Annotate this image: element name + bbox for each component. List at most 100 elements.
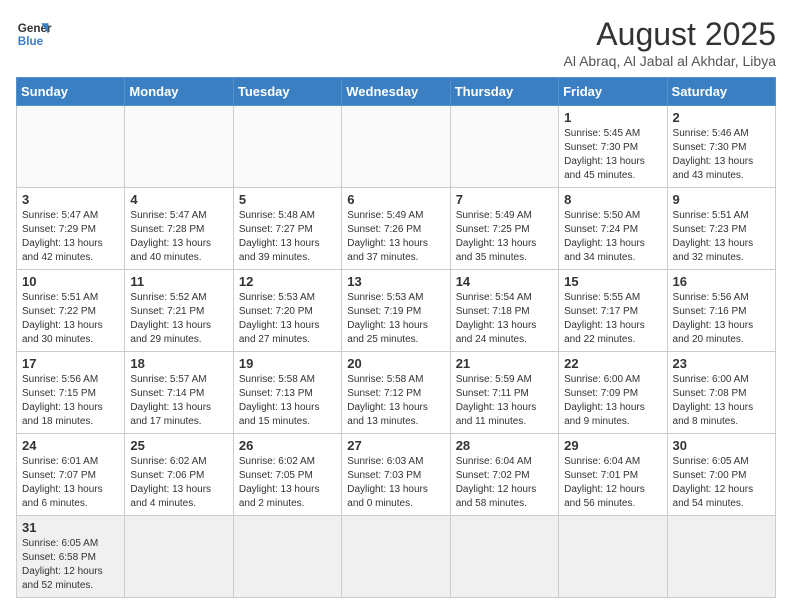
day-number: 31 — [22, 520, 119, 535]
calendar-cell: 31 Sunrise: 6:05 AM Sunset: 6:58 PM Dayli… — [17, 516, 125, 598]
calendar-cell: 17 Sunrise: 5:56 AM Sunset: 7:15 PM Dayli… — [17, 352, 125, 434]
calendar-cell: 28 Sunrise: 6:04 AM Sunset: 7:02 PM Dayli… — [450, 434, 558, 516]
day-number: 6 — [347, 192, 444, 207]
day-number: 23 — [673, 356, 770, 371]
sun-info: Sunrise: 5:54 AM Sunset: 7:18 PM Dayligh… — [456, 291, 553, 347]
day-number: 28 — [456, 438, 553, 453]
day-number: 4 — [130, 192, 227, 207]
day-number: 1 — [564, 110, 661, 125]
sun-info: Sunrise: 5:56 AM Sunset: 7:15 PM Dayligh… — [22, 373, 119, 429]
sun-info: Sunrise: 5:50 AM Sunset: 7:24 PM Dayligh… — [564, 209, 661, 265]
sun-info: Sunrise: 6:02 AM Sunset: 7:05 PM Dayligh… — [239, 455, 336, 511]
month-year-title: August 2025 — [564, 16, 776, 53]
calendar-cell: 16 Sunrise: 5:56 AM Sunset: 7:16 PM Dayli… — [667, 270, 775, 352]
col-header-friday: Friday — [559, 78, 667, 106]
calendar-cell — [667, 516, 775, 598]
day-number: 13 — [347, 274, 444, 289]
day-number: 7 — [456, 192, 553, 207]
sun-info: Sunrise: 6:05 AM Sunset: 6:58 PM Dayligh… — [22, 537, 119, 593]
day-number: 14 — [456, 274, 553, 289]
calendar-cell — [233, 106, 341, 188]
sun-info: Sunrise: 6:01 AM Sunset: 7:07 PM Dayligh… — [22, 455, 119, 511]
day-number: 24 — [22, 438, 119, 453]
day-number: 27 — [347, 438, 444, 453]
sun-info: Sunrise: 6:04 AM Sunset: 7:01 PM Dayligh… — [564, 455, 661, 511]
sun-info: Sunrise: 5:58 AM Sunset: 7:13 PM Dayligh… — [239, 373, 336, 429]
calendar-cell: 26 Sunrise: 6:02 AM Sunset: 7:05 PM Dayli… — [233, 434, 341, 516]
day-number: 9 — [673, 192, 770, 207]
logo-icon: General Blue — [16, 16, 52, 52]
calendar-cell: 2 Sunrise: 5:46 AM Sunset: 7:30 PM Daylig… — [667, 106, 775, 188]
sun-info: Sunrise: 6:00 AM Sunset: 7:08 PM Dayligh… — [673, 373, 770, 429]
day-number: 10 — [22, 274, 119, 289]
calendar-cell: 9 Sunrise: 5:51 AM Sunset: 7:23 PM Daylig… — [667, 188, 775, 270]
page-header: General Blue August 2025 Al Abraq, Al Ja… — [16, 16, 776, 69]
calendar-cell: 23 Sunrise: 6:00 AM Sunset: 7:08 PM Dayli… — [667, 352, 775, 434]
sun-info: Sunrise: 5:59 AM Sunset: 7:11 PM Dayligh… — [456, 373, 553, 429]
day-number: 8 — [564, 192, 661, 207]
title-area: August 2025 Al Abraq, Al Jabal al Akhdar… — [564, 16, 776, 69]
day-number: 5 — [239, 192, 336, 207]
calendar-week-row: 17 Sunrise: 5:56 AM Sunset: 7:15 PM Dayli… — [17, 352, 776, 434]
calendar-cell: 29Sunrise: 6:04 AM Sunset: 7:01 PM Dayli… — [559, 434, 667, 516]
col-header-wednesday: Wednesday — [342, 78, 450, 106]
calendar-week-row: 24 Sunrise: 6:01 AM Sunset: 7:07 PM Dayli… — [17, 434, 776, 516]
day-number: 11 — [130, 274, 227, 289]
calendar-cell: 30Sunrise: 6:05 AM Sunset: 7:00 PM Dayli… — [667, 434, 775, 516]
day-number: 26 — [239, 438, 336, 453]
calendar-cell: 13 Sunrise: 5:53 AM Sunset: 7:19 PM Dayli… — [342, 270, 450, 352]
day-number: 15 — [564, 274, 661, 289]
sun-info: Sunrise: 5:51 AM Sunset: 7:23 PM Dayligh… — [673, 209, 770, 265]
sun-info: Sunrise: 6:00 AM Sunset: 7:09 PM Dayligh… — [564, 373, 661, 429]
calendar-cell: 8 Sunrise: 5:50 AM Sunset: 7:24 PM Daylig… — [559, 188, 667, 270]
day-number: 2 — [673, 110, 770, 125]
sun-info: Sunrise: 6:02 AM Sunset: 7:06 PM Dayligh… — [130, 455, 227, 511]
calendar-cell: 3Sunrise: 5:47 AM Sunset: 7:29 PM Daylig… — [17, 188, 125, 270]
calendar-cell: 14 Sunrise: 5:54 AM Sunset: 7:18 PM Dayli… — [450, 270, 558, 352]
col-header-tuesday: Tuesday — [233, 78, 341, 106]
calendar-cell — [17, 106, 125, 188]
calendar-cell — [342, 516, 450, 598]
sun-info: Sunrise: 5:53 AM Sunset: 7:19 PM Dayligh… — [347, 291, 444, 347]
col-header-sunday: Sunday — [17, 78, 125, 106]
day-number: 18 — [130, 356, 227, 371]
day-number: 16 — [673, 274, 770, 289]
calendar-cell: 4Sunrise: 5:47 AM Sunset: 7:28 PM Daylig… — [125, 188, 233, 270]
calendar-cell — [233, 516, 341, 598]
svg-text:Blue: Blue — [18, 35, 44, 48]
day-number: 21 — [456, 356, 553, 371]
day-number: 30 — [673, 438, 770, 453]
calendar-cell — [450, 516, 558, 598]
sun-info: Sunrise: 5:58 AM Sunset: 7:12 PM Dayligh… — [347, 373, 444, 429]
calendar-cell: 7Sunrise: 5:49 AM Sunset: 7:25 PM Daylig… — [450, 188, 558, 270]
sun-info: Sunrise: 5:51 AM Sunset: 7:22 PM Dayligh… — [22, 291, 119, 347]
day-number: 25 — [130, 438, 227, 453]
calendar-cell — [559, 516, 667, 598]
calendar-cell: 15Sunrise: 5:55 AM Sunset: 7:17 PM Dayli… — [559, 270, 667, 352]
col-header-monday: Monday — [125, 78, 233, 106]
day-number: 20 — [347, 356, 444, 371]
sun-info: Sunrise: 6:03 AM Sunset: 7:03 PM Dayligh… — [347, 455, 444, 511]
sun-info: Sunrise: 5:56 AM Sunset: 7:16 PM Dayligh… — [673, 291, 770, 347]
sun-info: Sunrise: 6:04 AM Sunset: 7:02 PM Dayligh… — [456, 455, 553, 511]
calendar-cell — [450, 106, 558, 188]
sun-info: Sunrise: 5:53 AM Sunset: 7:20 PM Dayligh… — [239, 291, 336, 347]
calendar-week-row: 1 Sunrise: 5:45 AM Sunset: 7:30 PM Daylig… — [17, 106, 776, 188]
calendar-cell — [125, 106, 233, 188]
calendar-cell: 21 Sunrise: 5:59 AM Sunset: 7:11 PM Dayli… — [450, 352, 558, 434]
calendar-header-row: SundayMondayTuesdayWednesdayThursdayFrid… — [17, 78, 776, 106]
calendar-cell: 22Sunrise: 6:00 AM Sunset: 7:09 PM Dayli… — [559, 352, 667, 434]
calendar-table: SundayMondayTuesdayWednesdayThursdayFrid… — [16, 77, 776, 598]
day-number: 19 — [239, 356, 336, 371]
calendar-cell: 11Sunrise: 5:52 AM Sunset: 7:21 PM Dayli… — [125, 270, 233, 352]
calendar-week-row: 10 Sunrise: 5:51 AM Sunset: 7:22 PM Dayli… — [17, 270, 776, 352]
sun-info: Sunrise: 5:45 AM Sunset: 7:30 PM Dayligh… — [564, 127, 661, 183]
calendar-cell: 1 Sunrise: 5:45 AM Sunset: 7:30 PM Daylig… — [559, 106, 667, 188]
calendar-week-row: 3Sunrise: 5:47 AM Sunset: 7:29 PM Daylig… — [17, 188, 776, 270]
day-number: 17 — [22, 356, 119, 371]
calendar-week-row: 31 Sunrise: 6:05 AM Sunset: 6:58 PM Dayli… — [17, 516, 776, 598]
day-number: 3 — [22, 192, 119, 207]
sun-info: Sunrise: 5:46 AM Sunset: 7:30 PM Dayligh… — [673, 127, 770, 183]
calendar-cell: 12Sunrise: 5:53 AM Sunset: 7:20 PM Dayli… — [233, 270, 341, 352]
calendar-cell: 25 Sunrise: 6:02 AM Sunset: 7:06 PM Dayli… — [125, 434, 233, 516]
